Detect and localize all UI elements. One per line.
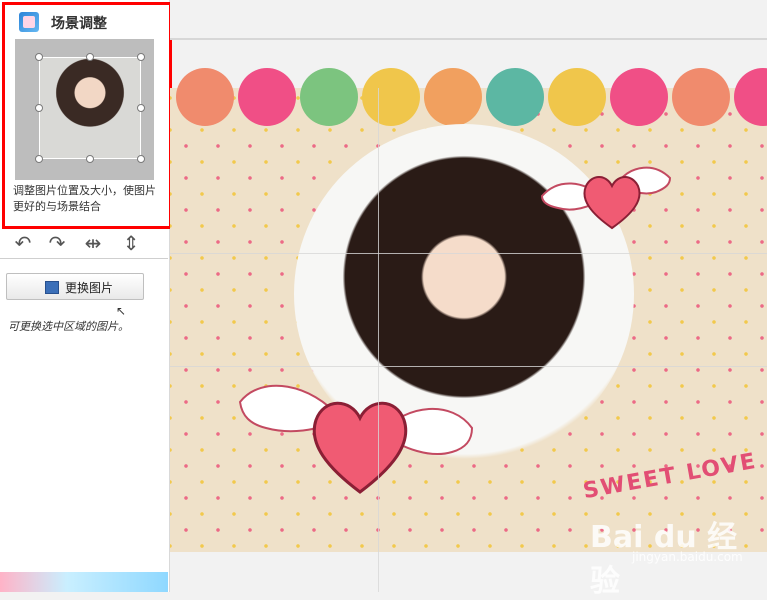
scene-icon bbox=[19, 12, 39, 32]
promo-banner[interactable] bbox=[0, 572, 168, 592]
watermark-url: jingyan.baidu.com bbox=[632, 550, 743, 564]
crop-handle-top-right[interactable] bbox=[137, 53, 145, 61]
winged-heart-small bbox=[540, 166, 672, 230]
scallop bbox=[362, 68, 420, 126]
scallop-border bbox=[170, 68, 767, 128]
highlight-box: 场景调整 调整图片位置及大小，使图片更好的与场景结合 bbox=[2, 2, 172, 229]
change-image-note: 可更换选中区域的图片。 bbox=[8, 320, 129, 333]
guide-line-horizontal bbox=[170, 366, 767, 367]
flip-vertical-icon[interactable]: ⇕ bbox=[118, 232, 144, 254]
panel-title: 场景调整 bbox=[51, 16, 107, 32]
stage-top-bar bbox=[170, 0, 767, 40]
change-image-button[interactable]: 更换图片 bbox=[6, 273, 144, 300]
scallop bbox=[548, 68, 606, 126]
crop-handle-middle-right[interactable] bbox=[137, 104, 145, 112]
guide-line-horizontal bbox=[170, 253, 767, 254]
scallop bbox=[486, 68, 544, 126]
crop-handle-top-center[interactable] bbox=[86, 53, 94, 61]
scene-canvas[interactable]: SWEET LOVE Bai du 经验 jingyan.baidu.com bbox=[170, 68, 767, 599]
sweet-love-caption: SWEET LOVE bbox=[581, 448, 760, 505]
scallop bbox=[424, 68, 482, 126]
crop-handle-top-left[interactable] bbox=[35, 53, 43, 61]
scene-adjust-panel: 场景调整 调整图片位置及大小，使图片更好的与场景结合 ↶ ↷ ⇹ ⇕ 更换图片 … bbox=[0, 0, 172, 592]
crop-handle-bottom-center[interactable] bbox=[86, 155, 94, 163]
winged-heart-large bbox=[238, 384, 474, 494]
crop-handle-bottom-right[interactable] bbox=[137, 155, 145, 163]
scallop bbox=[238, 68, 296, 126]
scallop bbox=[610, 68, 668, 126]
scallop bbox=[300, 68, 358, 126]
thumbnail-frame[interactable] bbox=[15, 39, 154, 180]
image-icon bbox=[45, 281, 59, 294]
scallop bbox=[176, 68, 234, 126]
rotate-right-icon[interactable]: ↷ bbox=[44, 232, 70, 254]
panel-divider bbox=[0, 258, 168, 259]
rotate-left-icon[interactable]: ↶ bbox=[10, 232, 36, 254]
change-image-label: 更换图片 bbox=[65, 281, 114, 295]
crop-rectangle[interactable] bbox=[39, 57, 141, 159]
flip-horizontal-icon[interactable]: ⇹ bbox=[80, 232, 106, 254]
scallop bbox=[734, 68, 767, 126]
crop-handle-middle-left[interactable] bbox=[35, 104, 43, 112]
guide-line-vertical bbox=[378, 88, 379, 592]
scallop bbox=[672, 68, 730, 126]
cursor-icon: ↖ bbox=[116, 304, 127, 318]
crop-handle-bottom-left[interactable] bbox=[35, 155, 43, 163]
adjust-hint: 调整图片位置及大小，使图片更好的与场景结合 bbox=[13, 184, 156, 213]
